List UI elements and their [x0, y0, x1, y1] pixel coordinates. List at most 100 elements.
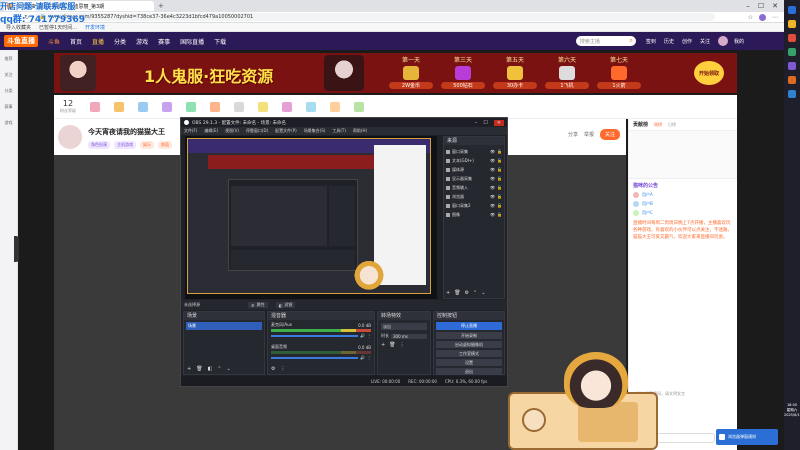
follow-button[interactable]: 关注 — [599, 129, 620, 140]
gift-icon[interactable] — [114, 101, 124, 112]
minimize-icon[interactable]: – — [746, 2, 750, 10]
transition-select[interactable]: 淡出 — [381, 323, 427, 330]
site-logo[interactable]: 斗鱼直播 — [4, 35, 38, 47]
taskbar-app-icon[interactable] — [788, 90, 796, 98]
rank-tab-week[interactable]: 周榜 — [654, 122, 662, 128]
nav-item[interactable]: 斗鱼 — [48, 37, 60, 46]
taskbar-app-icon[interactable] — [788, 62, 796, 70]
lock-icon[interactable]: 🔓 — [497, 203, 502, 208]
source-item[interactable]: 文本(GDI+) 👁 🔓 — [446, 156, 502, 165]
chat-username[interactable]: 用户A — [642, 192, 653, 198]
nav-item[interactable]: 分类 — [114, 37, 126, 46]
eye-icon[interactable]: 👁 — [490, 176, 495, 181]
filters-button[interactable]: ◧ 滤镜 — [275, 302, 296, 308]
lock-icon[interactable]: 🔓 — [497, 185, 502, 190]
source-item[interactable]: 显示器采集 👁 🔓 — [446, 174, 502, 183]
nav-item[interactable]: 赛事 — [158, 37, 170, 46]
mixer-menu-icon[interactable]: ⋮ — [280, 366, 285, 372]
obs-menu-item[interactable]: 文件(F) — [184, 128, 197, 134]
mixer-settings-icon[interactable]: ⚙ — [271, 366, 275, 372]
mixer-more-icon[interactable]: ⋮ — [367, 333, 371, 338]
nav-right-item[interactable]: 创作 — [682, 38, 692, 45]
obs-menu-item[interactable]: 配置文件(P) — [275, 128, 297, 134]
lock-icon[interactable]: 🔓 — [497, 167, 502, 172]
eye-icon[interactable]: 👁 — [490, 158, 495, 163]
rail-item[interactable]: 游戏 — [5, 120, 13, 126]
nav-right-item[interactable]: 签到 — [646, 38, 656, 45]
nav-right-item[interactable]: 关注 — [700, 38, 710, 45]
mixer-more-icon[interactable]: ⋮ — [367, 355, 371, 360]
scene-item[interactable]: 场景 — [186, 322, 262, 330]
menu-icon[interactable]: ⋯ — [772, 14, 778, 21]
room-tag[interactable]: 主机游戏 — [114, 141, 136, 149]
obs-menu-item[interactable]: 停靠窗口(D) — [246, 128, 268, 134]
source-item[interactable]: 窗口采集2 👁 🔓 — [446, 201, 502, 210]
obs-minimize-icon[interactable]: – — [475, 120, 478, 126]
eye-icon[interactable]: 👁 — [490, 167, 495, 172]
duration-input[interactable]: 300 ms — [391, 333, 427, 339]
rail-item[interactable]: 关注 — [5, 72, 13, 78]
eye-icon[interactable]: 👁 — [490, 185, 495, 190]
search-input[interactable]: 搜索主播 — [580, 38, 600, 45]
obs-menu-item[interactable]: 工具(T) — [332, 128, 346, 134]
gift-icon[interactable] — [258, 101, 268, 112]
gift-icon[interactable] — [282, 101, 292, 112]
close-icon[interactable]: ✕ — [772, 2, 778, 10]
taskbar-app-icon[interactable] — [788, 34, 796, 42]
lock-icon[interactable]: 🔓 — [497, 176, 502, 181]
speaker-icon[interactable]: 🔊 — [360, 355, 365, 360]
bookmark-item[interactable]: 开发环境 — [85, 24, 105, 31]
transition-more-icon[interactable]: ⋮ — [400, 342, 405, 348]
lock-icon[interactable]: 🔓 — [497, 194, 502, 199]
rail-item[interactable]: 赛事 — [5, 104, 13, 110]
gift-icon[interactable] — [354, 101, 364, 112]
url-field[interactable]: 🔒 www.douyu.com/9355287?dyshid=738ce37-3… — [35, 13, 716, 21]
remove-transition-icon[interactable]: 🗑 — [389, 342, 395, 348]
lock-icon[interactable]: 🔓 — [497, 149, 502, 154]
properties-button[interactable]: ⚙ 属性 — [248, 302, 268, 308]
search-icon[interactable]: ⌕ — [630, 37, 633, 45]
obs-maximize-icon[interactable]: ☐ — [483, 120, 487, 126]
studio-mode-button[interactable]: 工作室模式 — [436, 350, 502, 357]
source-item[interactable]: 图像 👁 🔓 — [446, 210, 502, 219]
streamer-avatar[interactable] — [58, 125, 82, 149]
taskbar-app-icon[interactable] — [788, 76, 796, 84]
gift-icon[interactable] — [90, 101, 100, 112]
obs-menu-item[interactable]: 场景集合(S) — [304, 128, 326, 134]
move-up-icon[interactable]: ⌃ — [473, 290, 477, 296]
lock-icon[interactable]: 🔓 — [497, 158, 502, 163]
taskbar-app-icon[interactable] — [788, 6, 796, 14]
nav-item[interactable]: 下载 — [214, 37, 226, 46]
source-item[interactable]: 浏览器 👁 🔓 — [446, 192, 502, 201]
profile-icon[interactable] — [759, 13, 766, 21]
star-icon[interactable]: ☆ — [748, 14, 753, 21]
start-recording-button[interactable]: 开始录制 — [436, 332, 502, 339]
volume-slider[interactable] — [271, 356, 359, 359]
scene-down-icon[interactable]: ⌄ — [227, 366, 231, 372]
remove-scene-icon[interactable]: 🗑 — [196, 366, 202, 372]
speaker-icon[interactable]: 🔊 — [360, 333, 365, 338]
eye-icon[interactable]: 👁 — [490, 203, 495, 208]
nav-item[interactable]: 游戏 — [136, 37, 148, 46]
room-tag[interactable]: 颜值 — [158, 141, 172, 149]
gift-icon[interactable] — [210, 101, 220, 112]
obs-preview-canvas[interactable] — [185, 136, 437, 299]
obs-menu-item[interactable]: 帮助(H) — [353, 128, 367, 134]
gift-icon[interactable] — [330, 101, 340, 112]
gift-icon[interactable] — [306, 101, 316, 112]
remove-source-icon[interactable]: 🗑 — [454, 290, 460, 296]
source-settings-icon[interactable]: ⚙ — [465, 290, 469, 296]
rail-item[interactable]: 推荐 — [5, 56, 13, 62]
promo-banner[interactable]: 1人鬼服·狂吃资源 第一天 2W金币 第三天 500钻石 第五天 30办卡 第六… — [54, 53, 737, 93]
notification-toast[interactable]: 浏览器弹窗通知 — [716, 429, 778, 445]
gift-icon[interactable] — [138, 101, 148, 112]
rail-collapse-handle[interactable] — [14, 236, 19, 262]
virtual-camera-button[interactable]: 启动虚拟摄像机 — [436, 341, 502, 348]
chat-username[interactable]: 用户C — [642, 210, 653, 216]
rank-tab-day[interactable]: 日榜 — [668, 122, 676, 128]
new-tab-icon[interactable]: + — [158, 2, 164, 10]
nav-item[interactable]: 国际直播 — [180, 37, 204, 46]
obs-close-icon[interactable]: ✕ — [493, 119, 504, 126]
eye-icon[interactable]: 👁 — [490, 194, 495, 199]
source-item[interactable]: 窗口采集 👁 🔓 — [446, 147, 502, 156]
